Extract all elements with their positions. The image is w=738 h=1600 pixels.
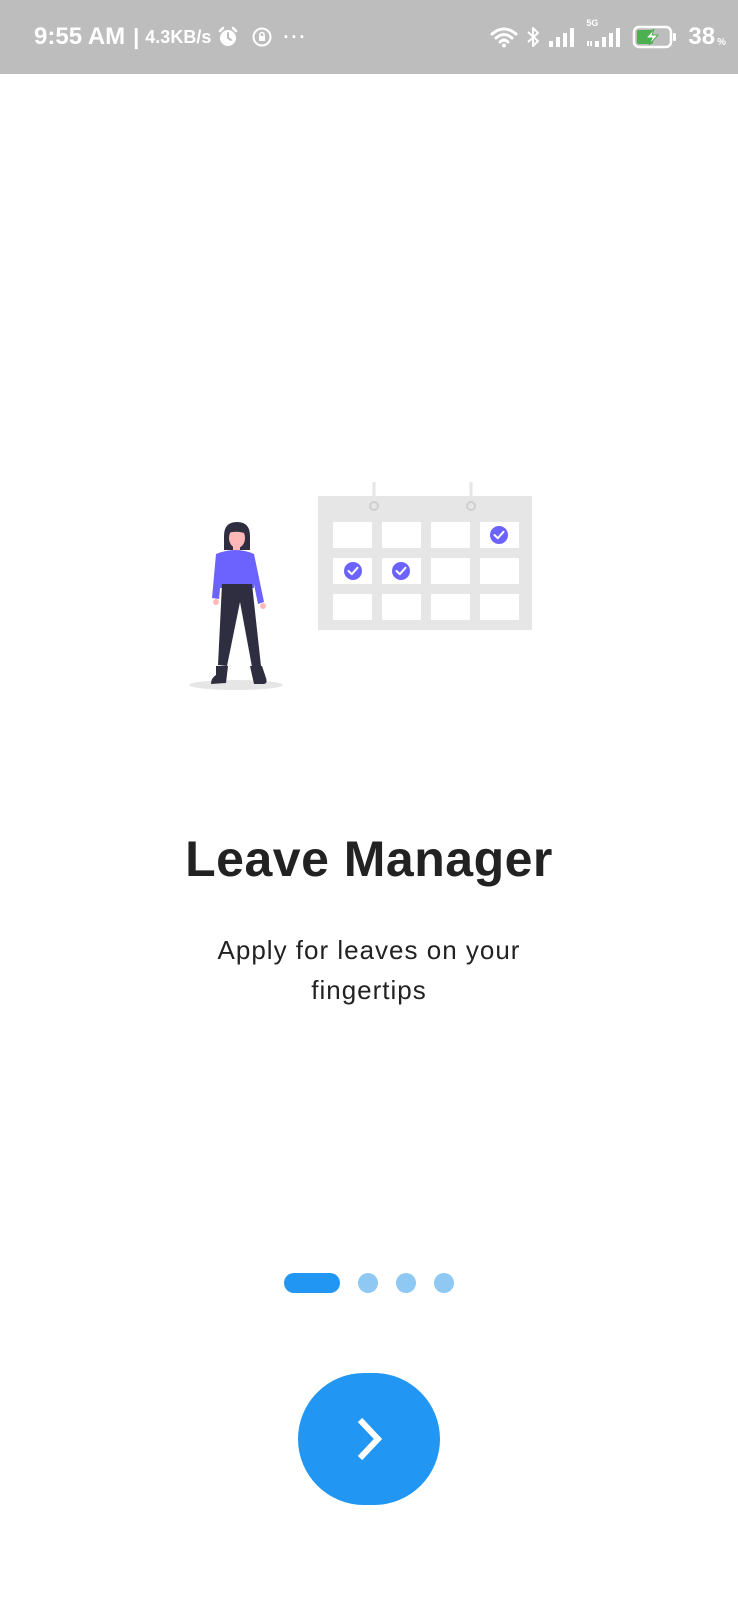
page-indicator-dot-active[interactable]: [284, 1273, 340, 1293]
5g-signal-icon: 5G: [586, 18, 624, 48]
more-notifications-indicator: ···: [283, 26, 308, 47]
check-circle-icon: [344, 562, 362, 580]
onboarding-illustration: [186, 478, 536, 694]
status-bar-left: 9:55 AM | 4.3KB/s ···: [34, 0, 307, 74]
page-indicator-dot[interactable]: [434, 1273, 454, 1293]
calendar-illustration: [318, 482, 532, 630]
page-indicator-dot[interactable]: [396, 1273, 416, 1293]
woman-figure-illustration: [189, 522, 283, 690]
check-circle-icon: [392, 562, 410, 580]
battery-charging-icon: [632, 24, 678, 50]
onboarding-subtitle: Apply for leaves on your fingertips: [217, 935, 521, 1005]
page-indicator: [0, 1273, 738, 1293]
battery-percent-unit: %: [717, 36, 726, 48]
battery-percent: 38: [688, 23, 716, 50]
alarm-icon: [217, 26, 239, 48]
network-type-label: 5G: [586, 18, 599, 28]
status-time: 9:55 AM: [34, 23, 126, 50]
chevron-right-icon: [349, 1414, 389, 1464]
status-bar: 9:55 AM | 4.3KB/s ··· 5G 38 %: [0, 0, 738, 74]
signal-icon: [548, 26, 578, 48]
bluetooth-icon: [526, 25, 540, 49]
status-separator: |: [133, 24, 140, 49]
status-bar-right: 5G 38 %: [490, 0, 726, 74]
onboarding-title: Leave Manager: [185, 831, 553, 887]
lock-rotation-icon: [251, 26, 273, 48]
next-button[interactable]: [298, 1373, 440, 1505]
check-circle-icon: [490, 526, 508, 544]
network-speed: 4.3KB/s: [145, 26, 212, 47]
page-indicator-dot[interactable]: [358, 1273, 378, 1293]
wifi-icon: [490, 26, 518, 48]
